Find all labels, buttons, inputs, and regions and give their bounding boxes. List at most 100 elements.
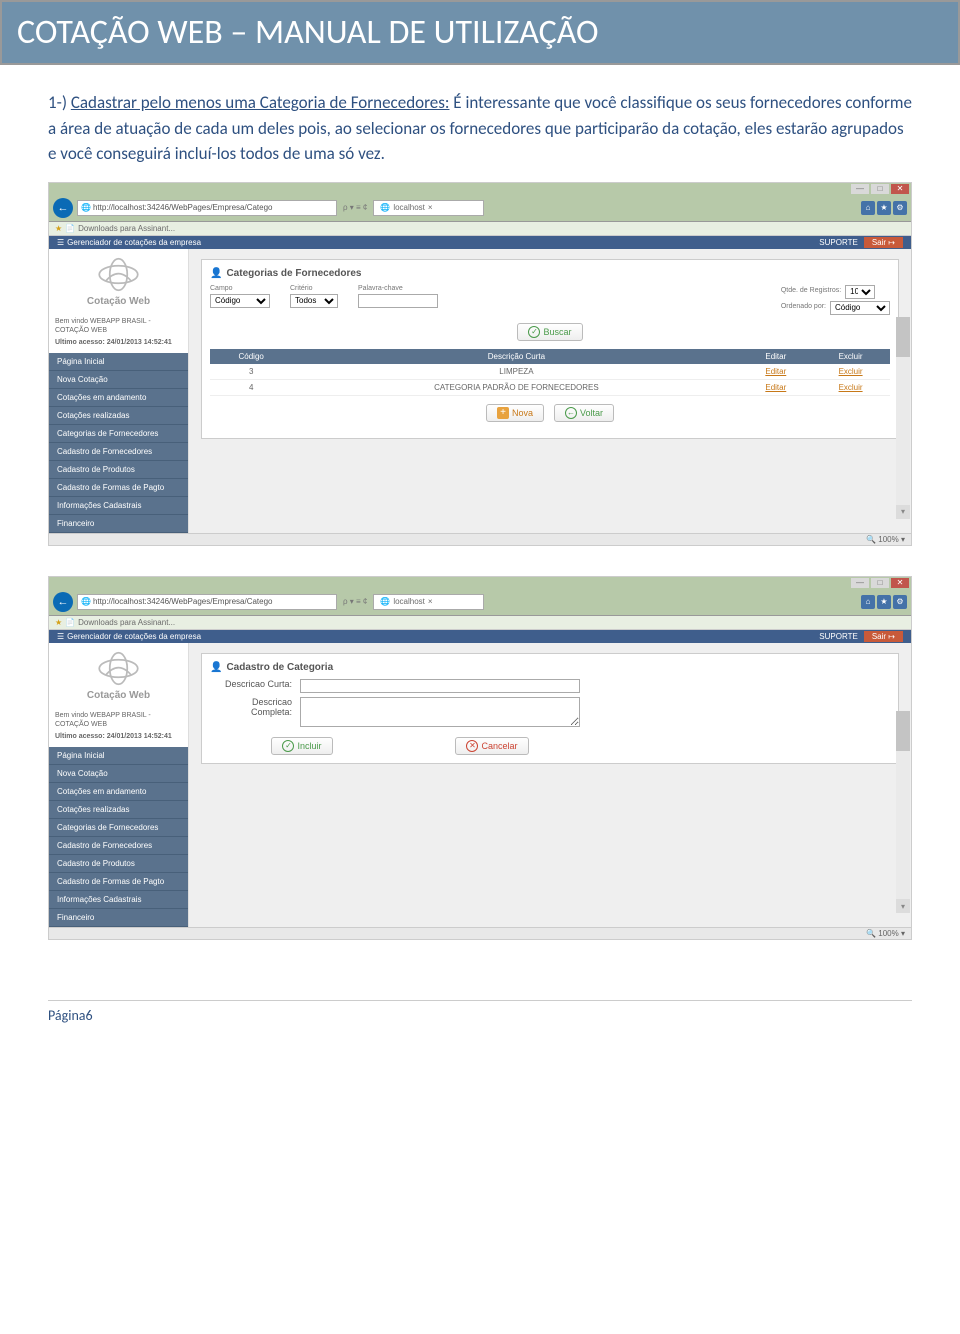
menu-info-cadastrais[interactable]: Informações Cadastrais xyxy=(49,497,188,515)
close-button[interactable]: ✕ xyxy=(891,578,909,588)
browser-tab[interactable]: 🌐localhost× xyxy=(373,200,483,216)
menu-cadastro-produtos[interactable]: Cadastro de Produtos xyxy=(49,855,188,873)
menu-categorias-fornecedores[interactable]: Categorias de Fornecedores xyxy=(49,819,188,837)
close-button[interactable]: ✕ xyxy=(891,184,909,194)
menu-nova-cotacao[interactable]: Nova Cotação xyxy=(49,765,188,783)
tab-icon: 🌐 xyxy=(380,597,390,606)
scroll-down-icon[interactable]: ▾ xyxy=(896,899,910,913)
gear-icon[interactable]: ⚙ xyxy=(893,595,907,609)
desc-curta-field: Descricao Curta: xyxy=(210,679,890,693)
campo-select[interactable]: Código xyxy=(210,294,270,308)
th-editar: Editar xyxy=(740,349,811,364)
vertical-scrollbar[interactable]: ▴ ▾ xyxy=(896,711,910,913)
menu-cadastro-pagto[interactable]: Cadastro de Formas de Pagto xyxy=(49,479,188,497)
home-icon[interactable]: ⌂ xyxy=(861,201,875,215)
star-icon[interactable]: ★ xyxy=(877,595,891,609)
back-button[interactable]: ← xyxy=(53,592,73,612)
tab-icon: 🌐 xyxy=(380,203,390,212)
url-bar[interactable]: 🌐http://localhost:34246/WebPages/Empresa… xyxy=(77,200,337,216)
menu-icon[interactable]: ☰ xyxy=(57,238,64,247)
globe-icon: 🌐 xyxy=(81,597,91,606)
zoom-bar: 🔍 100% ▾ xyxy=(49,533,911,545)
tab-label: localhost xyxy=(393,597,425,606)
editar-link[interactable]: Editar xyxy=(740,364,811,380)
minimize-button[interactable]: — xyxy=(851,578,869,588)
home-icon[interactable]: ⌂ xyxy=(861,595,875,609)
sidebar: Cotação Web Bem vindo WEBAPP BRASIL - CO… xyxy=(49,249,189,533)
bookmark-page-icon: 📄 xyxy=(65,618,75,627)
qtde-select[interactable]: 10 xyxy=(845,285,875,299)
scroll-thumb[interactable] xyxy=(896,711,910,751)
criterio-select[interactable]: Todos xyxy=(290,294,338,308)
data-table: Código Descrição Curta Editar Excluir 3 … xyxy=(210,349,890,396)
menu-financeiro[interactable]: Financeiro xyxy=(49,909,188,927)
editar-link[interactable]: Editar xyxy=(740,379,811,395)
bookmark-star-icon: ★ xyxy=(55,618,62,627)
excluir-link[interactable]: Excluir xyxy=(811,379,890,395)
nova-button[interactable]: +Nova xyxy=(486,404,544,422)
check-icon: ✓ xyxy=(528,326,540,338)
zoom-bar: 🔍 100% ▾ xyxy=(49,927,911,939)
desc-completa-input[interactable] xyxy=(300,697,580,727)
maximize-button[interactable]: □ xyxy=(871,184,889,194)
scroll-down-icon[interactable]: ▾ xyxy=(896,505,910,519)
sidebar: Cotação Web Bem vindo WEBAPP BRASIL - CO… xyxy=(49,643,189,927)
buscar-button[interactable]: ✓Buscar xyxy=(517,323,582,341)
menu-cotacoes-realizadas[interactable]: Cotações realizadas xyxy=(49,801,188,819)
menu-cadastro-produtos[interactable]: Cadastro de Produtos xyxy=(49,461,188,479)
menu-cotacoes-andamento[interactable]: Cotações em andamento xyxy=(49,389,188,407)
maximize-button[interactable]: □ xyxy=(871,578,889,588)
menu-financeiro[interactable]: Financeiro xyxy=(49,515,188,533)
menu-categorias-fornecedores[interactable]: Categorias de Fornecedores xyxy=(49,425,188,443)
suporte-link[interactable]: SUPORTE xyxy=(819,238,858,247)
th-descricao: Descrição Curta xyxy=(292,349,740,364)
globe-icon: 🌐 xyxy=(81,203,91,212)
incluir-button[interactable]: ✓Incluir xyxy=(271,737,332,755)
menu-cadastro-fornecedores[interactable]: Cadastro de Fornecedores xyxy=(49,443,188,461)
welcome-text: Bem vindo WEBAPP BRASIL - COTAÇÃO WEB Ul… xyxy=(49,315,188,349)
desc-curta-input[interactable] xyxy=(300,679,580,693)
gear-icon[interactable]: ⚙ xyxy=(893,201,907,215)
menu-nova-cotacao[interactable]: Nova Cotação xyxy=(49,371,188,389)
url-text: http://localhost:34246/WebPages/Empresa/… xyxy=(93,203,273,212)
url-extras: ρ ▾ ≡ ¢ xyxy=(343,597,367,606)
url-bar[interactable]: 🌐http://localhost:34246/WebPages/Empresa… xyxy=(77,594,337,610)
menu-icon[interactable]: ☰ xyxy=(57,632,64,641)
logo-text: Cotação Web xyxy=(57,296,180,307)
qtde-label: Qtde. de Registros: xyxy=(781,287,841,294)
sair-button[interactable]: Sair ↦ xyxy=(864,237,903,248)
table-row: 3 LIMPEZA Editar Excluir xyxy=(210,364,890,380)
bookmark-star-icon: ★ xyxy=(55,224,62,233)
bookmark-label[interactable]: Downloads para Assinant... xyxy=(78,618,175,627)
back-button[interactable]: ← xyxy=(53,198,73,218)
menu-cadastro-pagto[interactable]: Cadastro de Formas de Pagto xyxy=(49,873,188,891)
criterio-label: Critério xyxy=(290,285,338,292)
minimize-button[interactable]: — xyxy=(851,184,869,194)
bookmark-label[interactable]: Downloads para Assinant... xyxy=(78,224,175,233)
intro-lead: 1-) xyxy=(48,92,71,113)
menu-cotacoes-andamento[interactable]: Cotações em andamento xyxy=(49,783,188,801)
menu-pagina-inicial[interactable]: Página Inicial xyxy=(49,747,188,765)
intro-underlined: Cadastrar pelo menos uma Categoria de Fo… xyxy=(71,92,450,113)
vertical-scrollbar[interactable]: ▴ ▾ xyxy=(896,317,910,519)
desc-completa-field: Descricao Completa: xyxy=(210,697,890,727)
suporte-link[interactable]: SUPORTE xyxy=(819,632,858,641)
panel-categorias: 👤 Categorias de Fornecedores CampoCódigo… xyxy=(201,259,899,439)
excluir-link[interactable]: Excluir xyxy=(811,364,890,380)
logo-text: Cotação Web xyxy=(57,690,180,701)
browser-right-icons: ⌂ ★ ⚙ xyxy=(861,201,907,215)
side-menu: Página Inicial Nova Cotação Cotações em … xyxy=(49,353,188,533)
sair-button[interactable]: Sair ↦ xyxy=(864,631,903,642)
star-icon[interactable]: ★ xyxy=(877,201,891,215)
cancelar-button[interactable]: ✕Cancelar xyxy=(455,737,528,755)
menu-info-cadastrais[interactable]: Informações Cadastrais xyxy=(49,891,188,909)
ordenado-select[interactable]: Código xyxy=(830,301,890,315)
scroll-thumb[interactable] xyxy=(896,317,910,357)
menu-pagina-inicial[interactable]: Página Inicial xyxy=(49,353,188,371)
campo-label: Campo xyxy=(210,285,270,292)
menu-cotacoes-realizadas[interactable]: Cotações realizadas xyxy=(49,407,188,425)
voltar-button[interactable]: ←Voltar xyxy=(554,404,614,422)
menu-cadastro-fornecedores[interactable]: Cadastro de Fornecedores xyxy=(49,837,188,855)
browser-tab[interactable]: 🌐localhost× xyxy=(373,594,483,610)
palavra-input[interactable] xyxy=(358,294,438,308)
